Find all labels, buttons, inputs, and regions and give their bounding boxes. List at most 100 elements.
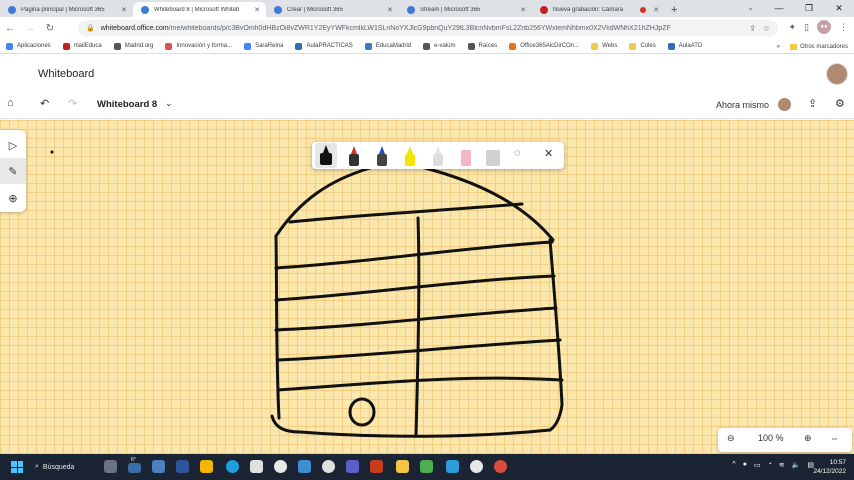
extensions-icon[interactable]: ✦ — [789, 22, 797, 33]
wifi-icon[interactable]: ≋ — [779, 461, 785, 469]
bookmark-item[interactable]: Aplicaciones — [6, 42, 51, 50]
share-page-icon[interactable]: ⇪ — [749, 24, 756, 33]
other-bookmarks[interactable]: Otros marcadores — [800, 44, 848, 50]
ink-stroke — [274, 166, 372, 238]
highlighter-yellow[interactable] — [403, 146, 417, 166]
pen-pink[interactable] — [431, 146, 445, 166]
chrome-icon[interactable] — [470, 460, 483, 473]
minimize-icon[interactable]: — — [764, 0, 794, 17]
ink-stroke — [274, 240, 554, 270]
tray-app-icon[interactable]: ● — [743, 461, 747, 469]
share-icon[interactable]: ⇪ — [808, 97, 817, 110]
new-tab-button[interactable]: + — [671, 2, 677, 17]
collaborator-avatar[interactable] — [778, 98, 791, 111]
bookmarks-right: » Otros marcadores — [777, 39, 848, 54]
settings-gear-icon[interactable]: ⚙ — [835, 97, 845, 110]
close-tab-icon[interactable]: ✕ — [254, 6, 260, 14]
bookmark-item[interactable]: EducaMadrid — [364, 42, 411, 50]
bookmark-item[interactable]: SaraReina — [244, 42, 283, 50]
close-tab-icon[interactable]: ✕ — [121, 6, 127, 14]
pen-black[interactable] — [315, 143, 337, 168]
fit-screen-icon[interactable]: ⇔ — [830, 433, 839, 443]
browser-tab-recording[interactable]: Nueva grabación: Cámara ✕ — [532, 2, 665, 17]
bookmark-item[interactable]: Coles — [629, 42, 656, 50]
board-name[interactable]: Whiteboard 8 — [97, 99, 157, 110]
browser-tab-crear[interactable]: Crear | Microsoft 365 ✕ — [266, 2, 399, 17]
ink-stroke — [274, 306, 558, 332]
forward-icon[interactable]: → — [20, 23, 40, 34]
microsoft365-icon — [407, 5, 415, 14]
edge-icon[interactable] — [226, 460, 239, 473]
bookmark-item[interactable]: mailEduca — [62, 42, 102, 50]
back-icon[interactable]: ← — [0, 23, 20, 34]
word-icon[interactable] — [176, 460, 189, 473]
ruler-icon[interactable] — [486, 146, 500, 166]
network-icon[interactable]: ◔ — [768, 461, 772, 469]
lasso-select-icon[interactable]: ◌ — [514, 147, 521, 159]
pen-blue[interactable] — [375, 146, 389, 166]
close-tab-icon[interactable]: ✕ — [387, 6, 393, 14]
file-explorer-icon[interactable] — [200, 460, 213, 473]
menu-icon[interactable]: ⋮ — [839, 22, 848, 33]
widgets-icon[interactable] — [128, 463, 141, 473]
zoom-out-icon[interactable]: ⊖ — [727, 433, 735, 444]
bookmark-item[interactable]: Innovación y forma... — [165, 42, 232, 50]
undo-icon[interactable]: ↶ — [40, 97, 49, 110]
teams-icon[interactable] — [346, 460, 359, 473]
close-tab-icon[interactable]: ✕ — [520, 6, 526, 14]
bookmark-item[interactable]: AulaPRACTICAS — [295, 42, 353, 50]
browser-tab-home[interactable]: Página principal | Microsoft 365 ✕ — [0, 2, 133, 17]
browser-tab-stream[interactable]: Stream | Microsoft 365 ✕ — [399, 2, 532, 17]
reload-icon[interactable]: ↻ — [40, 23, 60, 34]
bookmark-item[interactable]: Raíces — [467, 42, 497, 50]
maximize-icon[interactable]: ❐ — [794, 0, 824, 17]
bookmark-item[interactable]: Webs — [591, 42, 617, 50]
task-view-icon[interactable] — [104, 460, 117, 473]
bookmark-item[interactable]: AulaATD — [667, 42, 702, 50]
store-icon[interactable] — [250, 460, 263, 473]
sticky-notes-icon[interactable] — [396, 460, 409, 473]
battery-icon[interactable]: ▭ — [754, 461, 761, 469]
app-icon[interactable] — [420, 460, 433, 473]
profile-avatar[interactable]: ●● — [817, 20, 831, 34]
chrome-icon[interactable] — [494, 460, 507, 473]
volume-icon[interactable]: 🔈 — [792, 461, 801, 469]
browser-tab-whiteboard[interactable]: Whiteboard 8 | Microsoft Whiteb ✕ — [133, 2, 266, 17]
close-icon[interactable]: ✕ — [544, 147, 553, 160]
app-icon[interactable] — [446, 460, 459, 473]
clock[interactable]: 10:57 24/12/2022 — [813, 458, 846, 476]
home-icon[interactable]: ⌂ — [7, 97, 14, 109]
chrome-icon[interactable] — [274, 460, 287, 473]
bookmark-item[interactable]: Office365AlcDirCOn... — [509, 42, 579, 50]
pen-red[interactable] — [347, 146, 361, 166]
zoom-level[interactable]: 100 % — [758, 433, 784, 443]
eraser-icon[interactable] — [459, 146, 473, 166]
bookmarks-more-button[interactable]: » — [777, 44, 780, 50]
bookmark-favicon-icon — [244, 42, 252, 50]
address-bar[interactable]: 🔒 whiteboard.office.com/me/whiteboards/p… — [78, 20, 778, 36]
whiteboard-canvas[interactable] — [0, 120, 854, 454]
chevron-up-icon[interactable]: ^ — [732, 461, 735, 469]
zoom-in-icon[interactable]: ⊕ — [804, 433, 812, 444]
bookmark-item[interactable]: e-valúm — [423, 42, 456, 50]
chevron-down-icon[interactable]: ⌄ — [165, 98, 173, 109]
photos-icon[interactable] — [298, 460, 311, 473]
settings-app-icon[interactable] — [322, 460, 335, 473]
close-window-icon[interactable]: ✕ — [824, 0, 854, 17]
powerpoint-icon[interactable] — [370, 460, 383, 473]
sidepanel-icon[interactable]: ▯ — [804, 22, 809, 33]
select-pointer-icon[interactable]: ▷ — [0, 132, 26, 158]
taskbar-search[interactable]: ⌕ Búsqueda — [35, 460, 95, 474]
windows-start-icon[interactable] — [11, 461, 23, 473]
bookmark-item[interactable]: Madrid.org — [113, 42, 153, 50]
zoom-app-icon[interactable] — [152, 460, 165, 473]
add-icon[interactable]: ⊕ — [0, 185, 26, 211]
user-avatar[interactable] — [826, 63, 848, 85]
bookmark-favicon-icon — [6, 42, 13, 50]
pen-tool-icon[interactable]: ✎ — [0, 158, 26, 184]
bookmark-star-icon[interactable]: ☆ — [763, 24, 770, 33]
tab-search-icon[interactable]: ⌄ — [747, 3, 754, 12]
redo-icon[interactable]: ↷ — [68, 97, 77, 110]
ink-drawing — [50, 150, 564, 438]
close-tab-icon[interactable]: ✕ — [653, 6, 659, 14]
